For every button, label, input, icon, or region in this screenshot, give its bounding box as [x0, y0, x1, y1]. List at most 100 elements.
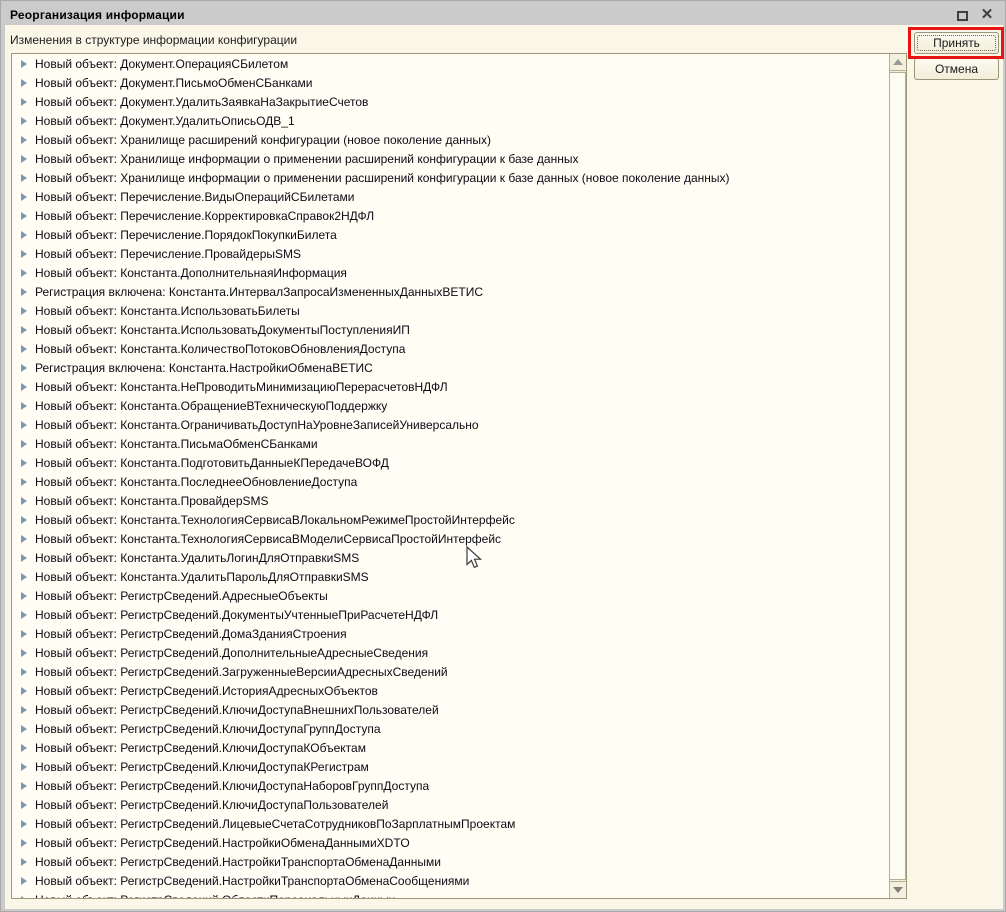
tree-item[interactable]: Новый объект: Документ.УдалитьЗаявкаНаЗа… [12, 92, 889, 111]
tree-expand-icon[interactable] [21, 649, 27, 657]
tree-expand-icon[interactable] [21, 687, 27, 695]
tree-expand-icon[interactable] [21, 174, 27, 182]
tree-item[interactable]: Новый объект: Хранилище информации о при… [12, 149, 889, 168]
scroll-thumb[interactable] [890, 72, 906, 880]
tree-item[interactable]: Новый объект: Константа.НеПроводитьМиним… [12, 377, 889, 396]
tree-item[interactable]: Новый объект: Константа.ОбращениеВТехнич… [12, 396, 889, 415]
tree-item[interactable]: Новый объект: Документ.ПисьмоОбменСБанка… [12, 73, 889, 92]
tree-item[interactable]: Новый объект: Константа.ТехнологияСервис… [12, 529, 889, 548]
tree-expand-icon[interactable] [21, 497, 27, 505]
tree-item[interactable]: Новый объект: Перечисление.Корректировка… [12, 206, 889, 225]
tree-item[interactable]: Новый объект: РегистрСведений.НастройкиТ… [12, 871, 889, 890]
tree-expand-icon[interactable] [21, 801, 27, 809]
tree-expand-icon[interactable] [21, 269, 27, 277]
maximize-button[interactable] [954, 7, 970, 23]
tree-expand-icon[interactable] [21, 60, 27, 68]
tree-expand-icon[interactable] [21, 478, 27, 486]
tree-item[interactable]: Новый объект: РегистрСведений.ДокументыУ… [12, 605, 889, 624]
tree-item[interactable]: Новый объект: Хранилище информации о при… [12, 168, 889, 187]
tree-expand-icon[interactable] [21, 212, 27, 220]
close-button[interactable]: ✕ [979, 7, 995, 23]
tree-expand-icon[interactable] [21, 896, 27, 899]
tree-item[interactable]: Новый объект: Константа.ОграничиватьДост… [12, 415, 889, 434]
tree-expand-icon[interactable] [21, 345, 27, 353]
tree-item[interactable]: Новый объект: Перечисление.ВидыОперацийС… [12, 187, 889, 206]
tree-item[interactable]: Новый объект: РегистрСведений.КлючиДосту… [12, 738, 889, 757]
tree-expand-icon[interactable] [21, 516, 27, 524]
tree-item[interactable]: Новый объект: РегистрСведений.ЛицевыеСче… [12, 814, 889, 833]
tree-item[interactable]: Новый объект: Константа.УдалитьПарольДля… [12, 567, 889, 586]
tree-item[interactable]: Новый объект: Документ.ОперацияСБилетом [12, 54, 889, 73]
tree-item[interactable]: Новый объект: РегистрСведений.КлючиДосту… [12, 757, 889, 776]
tree-expand-icon[interactable] [21, 364, 27, 372]
tree-item[interactable]: Новый объект: РегистрСведений.КлючиДосту… [12, 700, 889, 719]
tree-expand-icon[interactable] [21, 288, 27, 296]
tree-item[interactable]: Новый объект: Константа.КоличествоПотоко… [12, 339, 889, 358]
tree-expand-icon[interactable] [21, 592, 27, 600]
tree-item[interactable]: Новый объект: РегистрСведений.АдресныеОб… [12, 586, 889, 605]
tree-expand-icon[interactable] [21, 554, 27, 562]
tree-item[interactable]: Регистрация включена: Константа.Интервал… [12, 282, 889, 301]
tree-expand-icon[interactable] [21, 459, 27, 467]
tree-expand-icon[interactable] [21, 250, 27, 258]
scrollbar-track[interactable] [889, 54, 906, 898]
tree-expand-icon[interactable] [21, 706, 27, 714]
tree-expand-icon[interactable] [21, 440, 27, 448]
dialog-content: Изменения в структуре информации конфигу… [5, 25, 1003, 909]
tree-expand-icon[interactable] [21, 193, 27, 201]
tree-expand-icon[interactable] [21, 79, 27, 87]
tree-item[interactable]: Новый объект: РегистрСведений.Дополнител… [12, 643, 889, 662]
tree-item[interactable]: Новый объект: РегистрСведений.ОбластиПер… [12, 890, 889, 898]
tree-item[interactable]: Новый объект: РегистрСведений.НастройкиО… [12, 833, 889, 852]
cancel-button[interactable]: Отмена [914, 58, 999, 80]
tree-expand-icon[interactable] [21, 725, 27, 733]
tree-expand-icon[interactable] [21, 744, 27, 752]
tree-expand-icon[interactable] [21, 858, 27, 866]
tree-item[interactable]: Новый объект: Константа.ИспользоватьДоку… [12, 320, 889, 339]
tree-item[interactable]: Новый объект: Константа.ТехнологияСервис… [12, 510, 889, 529]
tree-expand-icon[interactable] [21, 98, 27, 106]
tree-expand-icon[interactable] [21, 383, 27, 391]
tree-item[interactable]: Новый объект: РегистрСведений.КлючиДосту… [12, 776, 889, 795]
tree-expand-icon[interactable] [21, 820, 27, 828]
tree-item[interactable]: Регистрация включена: Константа.Настройк… [12, 358, 889, 377]
scroll-up-button[interactable] [890, 54, 906, 71]
tree-expand-icon[interactable] [21, 630, 27, 638]
titlebar[interactable]: Реорганизация информации ✕ [5, 4, 1001, 25]
tree-expand-icon[interactable] [21, 421, 27, 429]
tree-expand-icon[interactable] [21, 763, 27, 771]
tree-item[interactable]: Новый объект: РегистрСведений.КлючиДосту… [12, 719, 889, 738]
tree-item[interactable]: Новый объект: Константа.ПисьмаОбменСБанк… [12, 434, 889, 453]
tree-expand-icon[interactable] [21, 839, 27, 847]
tree-item[interactable]: Новый объект: РегистрСведений.НастройкиТ… [12, 852, 889, 871]
tree-expand-icon[interactable] [21, 326, 27, 334]
scroll-down-button[interactable] [890, 881, 906, 898]
tree-item[interactable]: Новый объект: Перечисление.ПорядокПокупк… [12, 225, 889, 244]
accept-button[interactable]: Принять [914, 32, 999, 54]
tree-expand-icon[interactable] [21, 117, 27, 125]
tree-item[interactable]: Новый объект: РегистрСведений.Загруженны… [12, 662, 889, 681]
tree-expand-icon[interactable] [21, 668, 27, 676]
tree-item[interactable]: Новый объект: РегистрСведений.ИсторияАдр… [12, 681, 889, 700]
tree-expand-icon[interactable] [21, 231, 27, 239]
tree-item[interactable]: Новый объект: Хранилище расширений конфи… [12, 130, 889, 149]
tree-item[interactable]: Новый объект: Константа.ИспользоватьБиле… [12, 301, 889, 320]
tree-item[interactable]: Новый объект: Перечисление.ПровайдерыSMS [12, 244, 889, 263]
tree-item[interactable]: Новый объект: Константа.ДополнительнаяИн… [12, 263, 889, 282]
tree-expand-icon[interactable] [21, 782, 27, 790]
tree-item[interactable]: Новый объект: Документ.УдалитьОписьОДВ_1 [12, 111, 889, 130]
tree-expand-icon[interactable] [21, 136, 27, 144]
tree-expand-icon[interactable] [21, 535, 27, 543]
tree-expand-icon[interactable] [21, 402, 27, 410]
tree-expand-icon[interactable] [21, 155, 27, 163]
tree-item[interactable]: Новый объект: Константа.ПодготовитьДанны… [12, 453, 889, 472]
tree-expand-icon[interactable] [21, 573, 27, 581]
tree-item[interactable]: Новый объект: Константа.ПоследнееОбновле… [12, 472, 889, 491]
tree-item[interactable]: Новый объект: Константа.УдалитьЛогинДляО… [12, 548, 889, 567]
tree-item[interactable]: Новый объект: Константа.ПровайдерSMS [12, 491, 889, 510]
tree-item[interactable]: Новый объект: РегистрСведений.КлючиДосту… [12, 795, 889, 814]
tree-expand-icon[interactable] [21, 611, 27, 619]
tree-item[interactable]: Новый объект: РегистрСведений.ДомаЗдания… [12, 624, 889, 643]
tree-expand-icon[interactable] [21, 877, 27, 885]
tree-expand-icon[interactable] [21, 307, 27, 315]
